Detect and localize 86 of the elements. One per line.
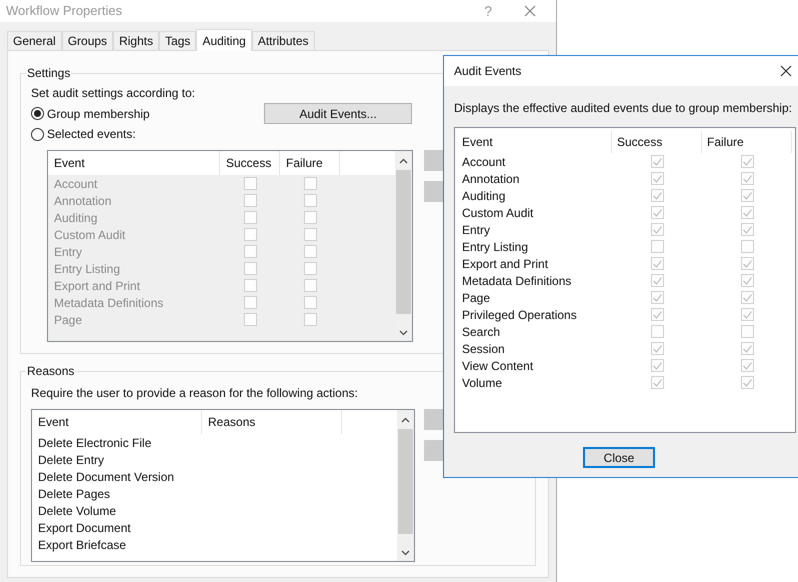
checkbox[interactable] bbox=[740, 240, 754, 253]
column-header[interactable]: Failure bbox=[702, 131, 792, 153]
checkbox[interactable] bbox=[650, 342, 664, 355]
tab[interactable]: General bbox=[7, 31, 62, 50]
dialog-title: Audit Events bbox=[454, 63, 522, 80]
checkbox[interactable] bbox=[740, 274, 754, 287]
checkbox[interactable] bbox=[740, 206, 754, 219]
dialog-description: Displays the effective audited events due to group membership: bbox=[454, 100, 793, 117]
event-label[interactable]: Export Briefcase bbox=[32, 536, 397, 553]
event-label: Entry bbox=[461, 222, 492, 238]
event-label: Entry bbox=[53, 244, 84, 260]
radio-button[interactable] bbox=[31, 107, 44, 120]
event-label: Search bbox=[461, 324, 502, 340]
checkbox[interactable] bbox=[650, 359, 664, 372]
event-label: Page bbox=[461, 290, 492, 306]
tab[interactable]: Rights bbox=[113, 31, 160, 50]
tab[interactable]: Attributes bbox=[252, 31, 315, 50]
column-header[interactable]: Event bbox=[456, 131, 612, 153]
event-label: Custom Audit bbox=[53, 226, 126, 244]
checkbox[interactable] bbox=[740, 223, 754, 236]
checkbox[interactable] bbox=[650, 206, 664, 219]
checkbox[interactable] bbox=[740, 291, 754, 304]
checkbox[interactable] bbox=[650, 274, 664, 287]
window-title: Workflow Properties bbox=[6, 2, 124, 20]
event-label: Metadata Definitions bbox=[461, 272, 572, 290]
event-label[interactable]: Delete Electronic File bbox=[32, 434, 397, 451]
radio-button[interactable] bbox=[31, 128, 44, 140]
event-label: View Content bbox=[461, 358, 534, 374]
event-label: Entry Listing bbox=[53, 260, 122, 278]
group-title: Settings bbox=[26, 65, 72, 82]
event-label: Export and Print bbox=[53, 278, 142, 294]
tab[interactable]: Auditing bbox=[196, 29, 252, 51]
event-label[interactable]: Delete Pages bbox=[32, 485, 397, 502]
checkbox[interactable] bbox=[740, 155, 754, 168]
checkbox[interactable] bbox=[740, 308, 754, 321]
checkbox[interactable] bbox=[650, 291, 664, 304]
checkbox[interactable] bbox=[650, 325, 664, 338]
event-label: Session bbox=[461, 340, 506, 358]
chevron-down-icon[interactable] bbox=[401, 550, 410, 556]
column-header[interactable]: Reasons bbox=[202, 410, 342, 434]
event-label: Auditing bbox=[461, 188, 506, 204]
scrollbar-thumb[interactable] bbox=[398, 429, 413, 534]
checkbox[interactable] bbox=[650, 257, 664, 270]
checkbox[interactable] bbox=[650, 376, 664, 389]
checkbox[interactable] bbox=[650, 223, 664, 236]
event-label: Custom Audit bbox=[461, 204, 534, 222]
event-label: Metadata Definitions bbox=[53, 294, 164, 312]
checkbox[interactable] bbox=[740, 376, 754, 389]
event-label[interactable]: Delete Volume bbox=[32, 502, 397, 519]
event-label[interactable]: Delete Document Version bbox=[32, 468, 397, 485]
event-label: Annotation bbox=[53, 192, 112, 210]
event-label: Volume bbox=[461, 374, 504, 392]
column-header[interactable]: Event bbox=[32, 410, 202, 434]
column-header[interactable]: Success bbox=[612, 131, 702, 153]
checkbox[interactable] bbox=[650, 189, 664, 202]
checkbox[interactable] bbox=[740, 189, 754, 202]
reasons-prompt: Require the user to provide a reason for the following actions: bbox=[31, 385, 359, 402]
chevron-up-icon[interactable] bbox=[401, 417, 410, 423]
checkbox[interactable] bbox=[650, 172, 664, 185]
event-label[interactable]: Export Document bbox=[32, 519, 397, 536]
checkbox[interactable] bbox=[740, 359, 754, 372]
close-icon[interactable] bbox=[780, 65, 792, 77]
checkbox[interactable] bbox=[740, 172, 754, 185]
checkbox[interactable] bbox=[740, 325, 754, 338]
event-label: Account bbox=[461, 154, 506, 170]
scrollbar[interactable] bbox=[397, 410, 414, 561]
event-label: Annotation bbox=[461, 170, 520, 188]
checkbox[interactable] bbox=[650, 240, 664, 253]
settings-prompt: Set audit settings according to: bbox=[31, 85, 196, 102]
event-label: Export and Print bbox=[461, 256, 550, 272]
checkbox[interactable] bbox=[740, 257, 754, 270]
group-title: Reasons bbox=[26, 363, 76, 380]
audit-events-button[interactable]: Audit Events... bbox=[264, 103, 412, 124]
close-button[interactable]: Close bbox=[583, 447, 655, 468]
event-label: Privileged Operations bbox=[461, 306, 578, 324]
tab[interactable]: Groups bbox=[62, 31, 114, 50]
event-label: Page bbox=[53, 312, 84, 328]
checkbox[interactable] bbox=[650, 155, 664, 168]
event-label: Auditing bbox=[53, 210, 98, 226]
tab[interactable]: Tags bbox=[159, 31, 196, 50]
event-label: Account bbox=[53, 176, 98, 192]
event-label[interactable]: Delete Entry bbox=[32, 451, 397, 468]
radio-option[interactable]: Group membership bbox=[31, 104, 264, 124]
checkbox[interactable] bbox=[740, 342, 754, 355]
checkbox[interactable] bbox=[650, 308, 664, 321]
event-label: Entry Listing bbox=[461, 238, 530, 256]
